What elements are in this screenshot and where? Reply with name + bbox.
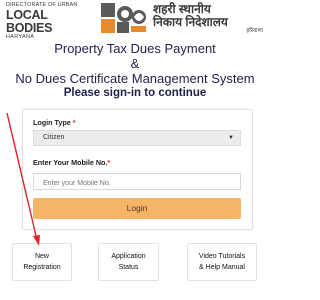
application-status-label-2: Status	[118, 264, 139, 271]
application-status-label-1: Application	[111, 253, 146, 260]
mobile-label-text: Enter Your Mobile No.	[33, 158, 108, 167]
department-name-hindi: शहरी स्थानीय निकाय निदेशालय हरियाणा	[153, 3, 267, 35]
login-type-select[interactable]: Citizen ▼	[33, 130, 241, 146]
login-card: Login Type * Citizen ▼ Enter Your Mobile…	[22, 109, 253, 230]
new-registration-label-2: Registration	[23, 264, 61, 271]
new-registration-label-1: New	[34, 253, 49, 260]
mobile-label: Enter Your Mobile No.*	[33, 158, 110, 167]
video-tutorials-button[interactable]: Video Tutorials & Help Manual	[187, 243, 257, 281]
application-status-button[interactable]: Application Status	[98, 243, 159, 281]
page-title-block: Property Tax Dues Payment & No Dues Cert…	[0, 41, 270, 101]
title-ampersand: &	[130, 56, 140, 71]
site-header: DIRECTORATE OF URBAN LOCAL BODIES HARYAN…	[0, 0, 270, 40]
department-name: DIRECTORATE OF URBAN LOCAL BODIES HARYAN…	[6, 2, 96, 41]
login-type-value: Citizen	[43, 134, 65, 141]
dept-line-2: LOCAL BODIES	[6, 8, 53, 35]
video-tutorials-label-2: & Help Manual	[199, 264, 245, 271]
required-marker: *	[107, 158, 111, 167]
hindi-line-3: हरियाणा	[246, 28, 263, 34]
video-tutorials-label-1: Video Tutorials	[198, 253, 246, 260]
mobile-number-input[interactable]	[33, 173, 241, 190]
page-title: Property Tax Dues Payment	[54, 41, 216, 56]
page-subtitle: No Dues Certificate Management System	[15, 71, 255, 86]
ulb-logo-icon	[101, 3, 147, 33]
caret-down-icon: ▼	[228, 135, 234, 141]
login-type-label: Login Type *	[33, 118, 76, 127]
quick-links: New Registration Application Status Vide…	[0, 243, 270, 283]
login-type-label-text: Login Type	[33, 118, 71, 127]
signin-prompt: Please sign-in to continue	[63, 87, 207, 99]
login-button[interactable]: Login	[33, 198, 241, 219]
new-registration-button[interactable]: New Registration	[12, 243, 72, 281]
hindi-line-1: शहरी स्थानीय	[153, 2, 211, 16]
dept-line-3: HARYANA	[6, 34, 35, 41]
hindi-line-2: निकाय निदेशालय	[153, 15, 228, 29]
required-marker: *	[72, 118, 76, 127]
